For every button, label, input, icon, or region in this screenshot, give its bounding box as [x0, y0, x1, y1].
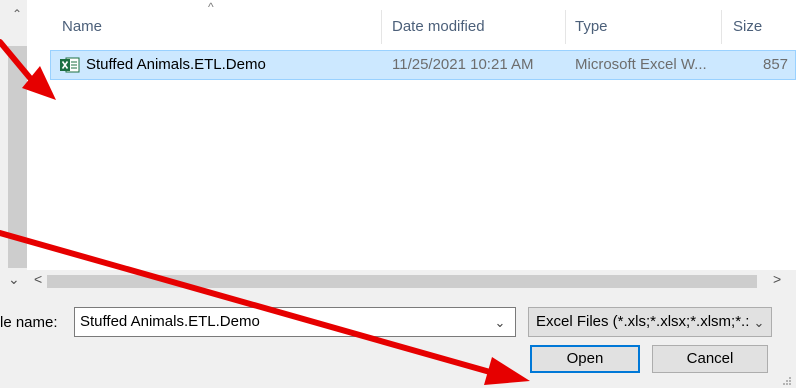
cancel-button[interactable]: Cancel — [652, 345, 768, 373]
chevron-down-icon[interactable]: ⌄ — [8, 271, 26, 289]
column-divider[interactable] — [381, 10, 382, 44]
column-header-size[interactable]: Size — [733, 14, 762, 40]
file-size-cell: 857 — [763, 56, 789, 73]
column-header-type[interactable]: Type — [575, 14, 608, 40]
file-name-input-value[interactable]: Stuffed Animals.ETL.Demo — [80, 307, 260, 337]
vertical-scroll-thumb[interactable] — [8, 46, 27, 268]
horizontal-scroll-thumb[interactable] — [47, 275, 757, 288]
column-header-date-modified[interactable]: Date modified — [392, 14, 485, 40]
scroll-right-icon[interactable]: > — [773, 271, 789, 289]
sort-ascending-icon: ^ — [208, 0, 214, 14]
file-type-cell: Microsoft Excel W... — [575, 56, 707, 73]
file-list[interactable] — [0, 0, 796, 278]
scroll-left-icon[interactable]: < — [34, 271, 48, 289]
column-header-name[interactable]: Name — [62, 14, 102, 40]
file-name-label: le name: — [0, 314, 58, 331]
file-type-select-value[interactable]: Excel Files (*.xls;*.xlsx;*.xlsm;*.: — [536, 307, 750, 337]
file-date-cell: 11/25/2021 10:21 AM — [392, 56, 534, 73]
column-divider[interactable] — [565, 10, 566, 44]
column-divider[interactable] — [721, 10, 722, 44]
chevron-down-icon[interactable]: ⌄ — [750, 313, 768, 333]
scroll-up-icon[interactable]: ⌃ — [9, 6, 25, 22]
open-button[interactable]: Open — [530, 345, 640, 373]
resize-grip-icon[interactable] — [780, 376, 792, 386]
file-name-cell[interactable]: Stuffed Animals.ETL.Demo — [86, 50, 266, 80]
excel-file-icon — [60, 57, 80, 73]
chevron-down-icon[interactable]: ⌄ — [490, 313, 510, 333]
